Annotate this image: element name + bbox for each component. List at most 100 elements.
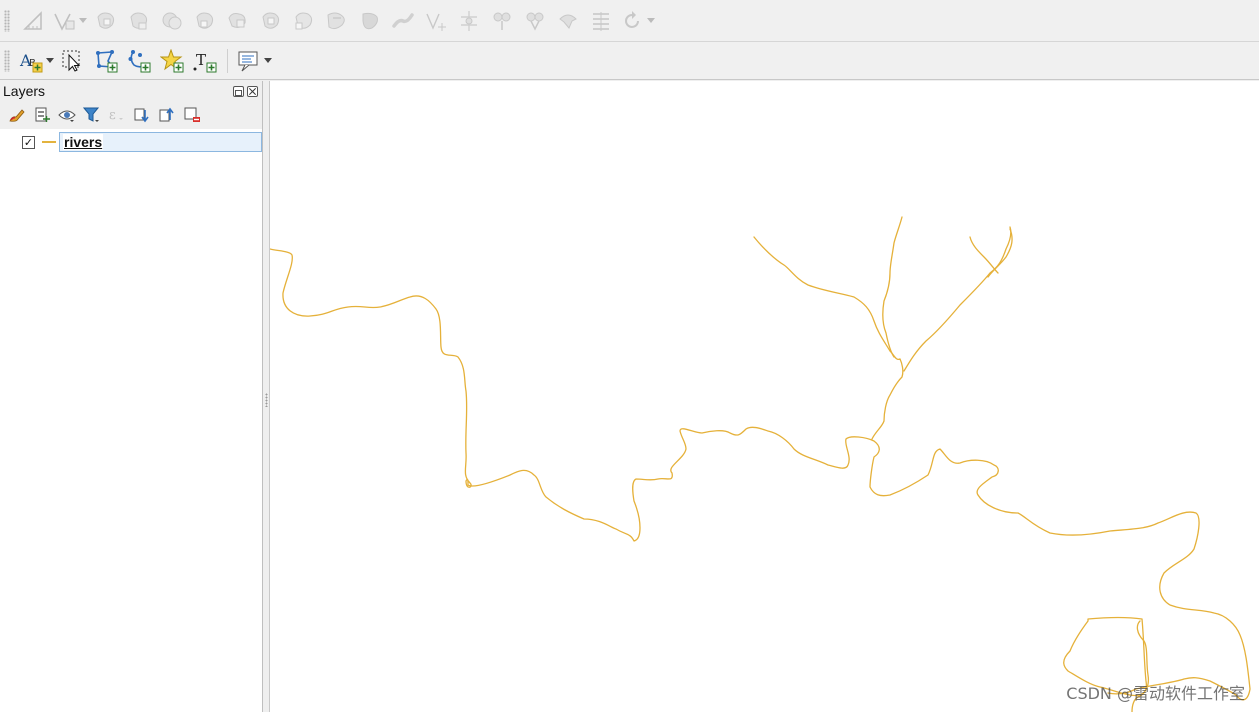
offset-point-symbols-icon: [558, 14, 577, 29]
manage-visibility-button[interactable]: [54, 103, 79, 127]
merge-features-button[interactable]: [452, 6, 485, 36]
filter-icon: [82, 107, 99, 122]
toolbar-grip[interactable]: [4, 49, 10, 72]
river-branch-3: [882, 216, 903, 358]
merge-attributes-button[interactable]: [485, 6, 518, 36]
layer-tree: ✓ rivers: [0, 131, 262, 712]
advanced-digitizing-toolbar: [0, 0, 1259, 42]
add-point-button[interactable]: [155, 46, 188, 76]
simplify-feature-button[interactable]: [353, 6, 386, 36]
river-main: [270, 248, 1251, 701]
expand-all-icon: [134, 108, 149, 123]
add-text-annotation-button[interactable]: T: [188, 46, 221, 76]
map-tips-button[interactable]: [234, 46, 274, 76]
layer-labeling-icon: AB: [19, 51, 42, 72]
merge-features-icon: [460, 10, 477, 31]
add-part-icon: [129, 12, 147, 29]
layer-selection-highlight: rivers: [59, 132, 262, 152]
add-polygon-icon: [95, 49, 117, 72]
eye-icon: [57, 110, 76, 122]
toolbar-grip[interactable]: [4, 9, 10, 32]
collapse-all-icon: [159, 107, 174, 122]
fill-ring-button[interactable]: [155, 6, 188, 36]
split-features-button[interactable]: [386, 6, 419, 36]
river-branch-4: [903, 226, 1012, 372]
layer-visibility-checkbox[interactable]: ✓: [22, 136, 35, 149]
filter-legend-button[interactable]: [79, 103, 104, 127]
layer-labeling-button[interactable]: AB: [16, 46, 56, 76]
layers-panel-title: Layers: [3, 83, 46, 99]
filter-expression-button[interactable]: ε: [104, 103, 129, 127]
close-panel-button[interactable]: [247, 85, 258, 97]
add-group-icon: [35, 107, 50, 122]
add-line-button[interactable]: [122, 46, 155, 76]
text-annotation-icon: T: [193, 51, 216, 72]
select-features-button[interactable]: [56, 46, 89, 76]
rotate-arrow-icon: [624, 10, 639, 28]
refresh-dropdown-button[interactable]: [617, 6, 657, 36]
delete-ring-button[interactable]: [188, 6, 221, 36]
float-panel-button[interactable]: [233, 85, 244, 97]
map-tips-icon: [238, 51, 257, 71]
river-branch-2: [753, 236, 901, 361]
svg-text:T: T: [196, 51, 206, 69]
panel-splitter[interactable]: [263, 81, 270, 712]
chevron-down-icon: [646, 18, 655, 23]
measure-button[interactable]: [16, 6, 49, 36]
label-toolbar: AB T: [0, 42, 1259, 80]
chevron-down-icon: [45, 58, 54, 63]
measure-icon: [22, 10, 42, 30]
add-ring-button[interactable]: [89, 6, 122, 36]
trim-extend-button[interactable]: [584, 6, 617, 36]
line-symbol-icon: [42, 141, 56, 143]
delete-ring-icon: [195, 12, 213, 29]
expression-icon: ε: [109, 108, 123, 123]
toolbar-separator: [227, 48, 228, 73]
map-canvas[interactable]: [270, 81, 1259, 712]
split-parts-icon: [425, 13, 446, 31]
panel-window-buttons: [233, 85, 258, 97]
expand-all-button[interactable]: [129, 103, 154, 127]
layers-panel-header: Layers: [0, 81, 262, 101]
offset-curve-icon: [294, 12, 312, 29]
layers-panel: Layers ε ✓ rivers: [0, 81, 263, 712]
add-part-button[interactable]: [122, 6, 155, 36]
rivers-layer: [270, 216, 1251, 712]
offset-point-symbols-button[interactable]: [551, 6, 584, 36]
river-branch-6: [987, 228, 1013, 278]
reshape-features-icon: [261, 12, 279, 29]
split-parts-button[interactable]: [419, 6, 452, 36]
watermark-text: CSDN @雷动软件工作室: [1066, 684, 1245, 703]
add-ring-icon: [96, 12, 114, 29]
offset-curve-button[interactable]: [287, 6, 320, 36]
collapse-all-button[interactable]: [154, 103, 179, 127]
remove-layer-button[interactable]: [179, 103, 204, 127]
fill-ring-icon: [162, 12, 181, 29]
layer-row-rivers[interactable]: ✓ rivers: [0, 132, 262, 152]
reverse-line-icon: [326, 12, 345, 29]
reverse-line-button[interactable]: [320, 6, 353, 36]
svg-text:ε: ε: [109, 108, 116, 123]
river-branch-5: [969, 236, 999, 274]
reshape-features-button[interactable]: [254, 6, 287, 36]
simplify-feature-icon: [362, 12, 378, 29]
add-polygon-button[interactable]: [89, 46, 122, 76]
split-features-icon: [391, 12, 414, 28]
star-icon: [159, 48, 183, 72]
chevron-down-icon: [78, 18, 87, 23]
chevron-down-icon: [263, 58, 272, 63]
add-group-button[interactable]: [29, 103, 54, 127]
delete-part-button[interactable]: [221, 6, 254, 36]
paintbrush-icon: [8, 109, 25, 122]
merge-attributes-icon: [493, 12, 510, 30]
layers-panel-toolbar: ε: [0, 101, 262, 129]
add-line-icon: [128, 49, 150, 72]
vertex-tool-button[interactable]: [49, 6, 89, 36]
select-cursor-icon: [62, 50, 80, 72]
layer-styling-button[interactable]: [4, 103, 29, 127]
rotate-point-symbols-button[interactable]: [518, 6, 551, 36]
layer-name-label[interactable]: rivers: [63, 134, 104, 150]
vertex-tool-icon: [53, 13, 74, 31]
river-branch-1: [871, 358, 904, 440]
rotate-point-symbols-icon: [526, 12, 543, 31]
